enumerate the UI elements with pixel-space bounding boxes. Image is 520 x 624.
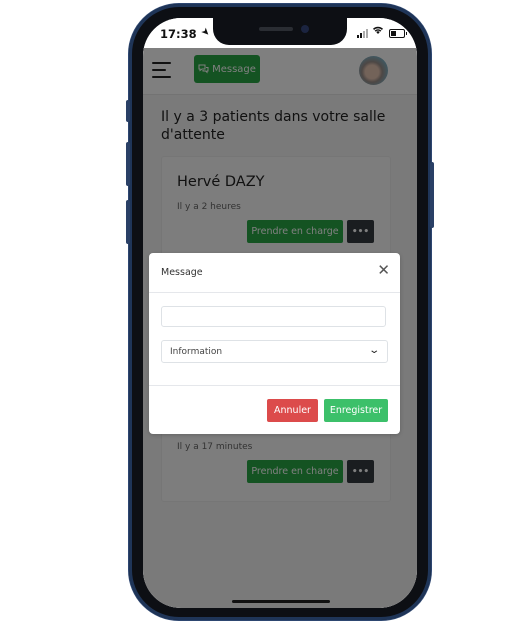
cancel-button[interactable]: Annuler (267, 399, 318, 422)
volume-up-button (126, 142, 130, 186)
home-indicator[interactable] (232, 600, 330, 603)
front-camera (301, 25, 309, 33)
close-icon[interactable]: ✕ (377, 263, 390, 278)
status-time: 17:38 (160, 27, 197, 41)
cellular-signal-icon (357, 29, 368, 38)
chevron-down-icon: ⌄ (367, 345, 380, 356)
select-value: Information (170, 347, 223, 357)
wifi-icon (372, 24, 384, 38)
message-modal: Message ✕ Information ⌄ Annuler Enregist… (149, 253, 400, 434)
location-arrow-icon: ➤ (198, 25, 213, 40)
volume-down-button (126, 200, 130, 244)
speaker-grille (259, 27, 293, 31)
message-text-input[interactable] (161, 306, 386, 327)
modal-title: Message (161, 267, 203, 278)
save-button[interactable]: Enregistrer (324, 399, 388, 422)
mute-switch (126, 100, 130, 122)
power-button (430, 162, 434, 228)
modal-footer-divider (149, 385, 400, 386)
notch (213, 18, 347, 45)
modal-header-divider (149, 292, 400, 293)
battery-icon (389, 29, 407, 38)
message-type-select[interactable]: Information ⌄ (161, 340, 388, 363)
